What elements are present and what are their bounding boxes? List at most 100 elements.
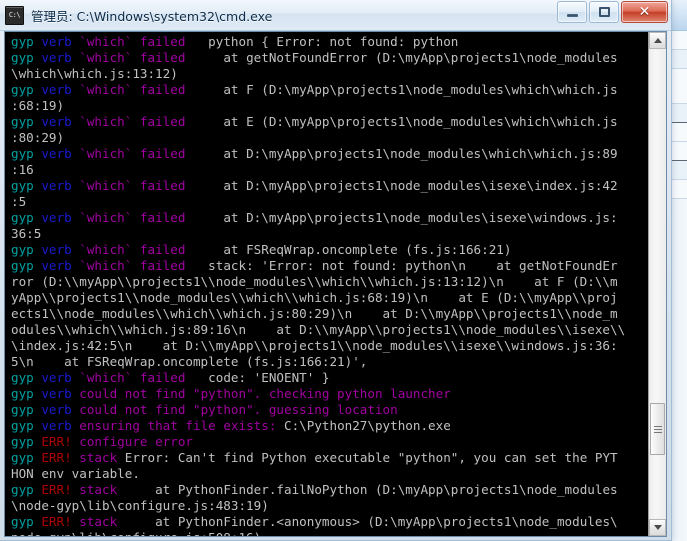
console-level: verb xyxy=(41,402,80,418)
console-detail: HON env variable. xyxy=(11,466,140,482)
console-prefix: gyp xyxy=(11,418,42,434)
window-titlebar[interactable]: C:\ 管理员: C:\Windows\system32\cmd.exe ✕ xyxy=(0,0,671,31)
console-detail: Error: Can't find Python executable "pyt… xyxy=(117,450,618,466)
console-prefix: gyp xyxy=(11,146,42,162)
console-detail: :68:19) xyxy=(11,98,65,114)
console-prefix: gyp xyxy=(11,450,42,466)
console-line: odules\\which\\which.js:89:16\n at D:\\m… xyxy=(11,322,648,338)
scrollbar-track[interactable] xyxy=(649,49,666,519)
console-line: :16 xyxy=(11,162,648,178)
console-line: node-gyp\lib\configure.js:508:16) xyxy=(11,530,648,536)
console-line: :5 xyxy=(11,194,648,210)
close-icon: ✕ xyxy=(638,4,651,20)
console-detail: 5\n at FSReqWrap.oncomplete (fs.js:166:2… xyxy=(11,354,368,370)
console-prefix: gyp xyxy=(11,402,42,418)
console-line: \node-gyp\lib\configure.js:483:19) xyxy=(11,498,648,514)
console-message: ensuring that file exists: xyxy=(79,418,277,434)
scrollbar-grip-icon xyxy=(653,425,662,433)
minimize-icon xyxy=(566,14,578,17)
maximize-button[interactable] xyxy=(589,1,619,23)
cmd-window[interactable]: C:\ 管理员: C:\Windows\system32\cmd.exe ✕ g… xyxy=(0,0,672,541)
console-line: 5\n at FSReqWrap.oncomplete (fs.js:166:2… xyxy=(11,354,648,370)
console-line: \index.js:42:5\n at D:\\myApp\\projects1… xyxy=(11,338,648,354)
scrollbar-thumb[interactable] xyxy=(650,403,665,455)
close-button[interactable]: ✕ xyxy=(621,1,668,23)
console-line: gyp verb `which` failed at getNotFoundEr… xyxy=(11,50,648,66)
console-line: gyp verb `which` failed at D:\myApp\proj… xyxy=(11,146,648,162)
console-prefix: gyp xyxy=(11,514,42,530)
minimize-button[interactable] xyxy=(557,1,587,23)
console-line: gyp verb `which` failed at F (D:\myApp\p… xyxy=(11,82,648,98)
console-message: `which` failed xyxy=(79,146,186,162)
console-prefix: gyp xyxy=(11,434,42,450)
console-detail: at PythonFinder.failNoPython (D:\myApp\p… xyxy=(117,482,618,498)
scroll-up-button[interactable] xyxy=(649,32,666,49)
console-message: could not find "python". checking python… xyxy=(79,386,451,402)
console-message: `which` failed xyxy=(79,114,186,130)
console-prefix: gyp xyxy=(11,242,42,258)
console-level: verb xyxy=(41,178,80,194)
console-level: verb xyxy=(41,418,80,434)
console-level: verb xyxy=(41,146,80,162)
console-prefix: gyp xyxy=(11,50,42,66)
console-prefix: gyp xyxy=(11,34,42,49)
console-line: gyp verb `which` failed at D:\myApp\proj… xyxy=(11,210,648,226)
console-level: verb xyxy=(41,34,80,49)
console-line: gyp verb `which` failed python { Error: … xyxy=(11,34,648,50)
console-line: :68:19) xyxy=(11,98,648,114)
console-level: ERR! xyxy=(41,514,80,530)
console-level: verb xyxy=(41,82,80,98)
console-message: stack xyxy=(79,450,118,466)
console-prefix: gyp xyxy=(11,178,42,194)
console-line: gyp verb `which` failed at D:\myApp\proj… xyxy=(11,178,648,194)
console-message: stack xyxy=(79,482,118,498)
console-level: verb xyxy=(41,242,80,258)
console-message: could not find "python". guessing locati… xyxy=(79,402,398,418)
console-detail: at getNotFoundError (D:\myApp\projects1\… xyxy=(185,50,618,66)
console-detail: at FSReqWrap.oncomplete (fs.js:166:21) xyxy=(185,242,512,258)
console-prefix: gyp xyxy=(11,114,42,130)
maximize-icon xyxy=(598,7,610,17)
console-client-area[interactable]: gyp verb `which` failed python { Error: … xyxy=(4,31,667,537)
window-controls[interactable]: ✕ xyxy=(557,1,668,23)
console-level: verb xyxy=(41,114,80,130)
console-line: yApp\\projects1\\node_modules\\which\\wh… xyxy=(11,290,648,306)
console-level: ERR! xyxy=(41,482,80,498)
console-line: gyp verb ensuring that file exists: C:\P… xyxy=(11,418,648,434)
console-message: configure error xyxy=(79,434,193,450)
console-level: verb xyxy=(41,386,80,402)
console-line: 36:5 xyxy=(11,226,648,242)
console-line: gyp verb could not find "python". guessi… xyxy=(11,402,648,418)
console-line: gyp verb could not find "python". checki… xyxy=(11,386,648,402)
console-line: gyp verb `which` failed at FSReqWrap.onc… xyxy=(11,242,648,258)
console-scrollbar[interactable] xyxy=(648,32,666,536)
scroll-down-button[interactable] xyxy=(649,519,666,536)
console-line: HON env variable. xyxy=(11,466,648,482)
scroll-up-arrow-icon xyxy=(653,38,662,43)
console-detail: odules\\which\\which.js:89:16\n at D:\\m… xyxy=(11,322,626,338)
console-level: ERR! xyxy=(41,450,80,466)
console-line: gyp verb `which` failed stack: 'Error: n… xyxy=(11,258,648,274)
console-level: ERR! xyxy=(41,434,80,450)
console-message: `which` failed xyxy=(79,178,186,194)
console-level: verb xyxy=(41,210,80,226)
console-detail: \node-gyp\lib\configure.js:483:19) xyxy=(11,498,269,514)
console-output[interactable]: gyp verb `which` failed python { Error: … xyxy=(5,32,648,536)
console-detail: at D:\myApp\projects1\node_modules\which… xyxy=(185,146,618,162)
console-prefix: gyp xyxy=(11,258,42,274)
console-detail: :80:29) xyxy=(11,130,65,146)
console-line: gyp verb `which` failed at E (D:\myApp\p… xyxy=(11,114,648,130)
console-detail: \index.js:42:5\n at D:\\myApp\\projects1… xyxy=(11,338,618,354)
console-detail: :16 xyxy=(11,162,34,178)
console-line: gyp ERR! configure error xyxy=(11,434,648,450)
console-prefix: gyp xyxy=(11,482,42,498)
desktop-background: C:\ 管理员: C:\Windows\system32\cmd.exe ✕ g… xyxy=(0,0,687,541)
console-detail: ror (D:\\myApp\\projects1\\node_modules\… xyxy=(11,274,618,290)
console-message: `which` failed xyxy=(79,82,186,98)
console-message: `which` failed xyxy=(79,210,186,226)
console-level: verb xyxy=(41,370,80,386)
console-detail: code: 'ENOENT' } xyxy=(185,370,330,386)
console-detail: node-gyp\lib\configure.js:508:16) xyxy=(11,530,261,536)
console-line: gyp ERR! stack at PythonFinder.<anonymou… xyxy=(11,514,648,530)
console-message: `which` failed xyxy=(79,370,186,386)
